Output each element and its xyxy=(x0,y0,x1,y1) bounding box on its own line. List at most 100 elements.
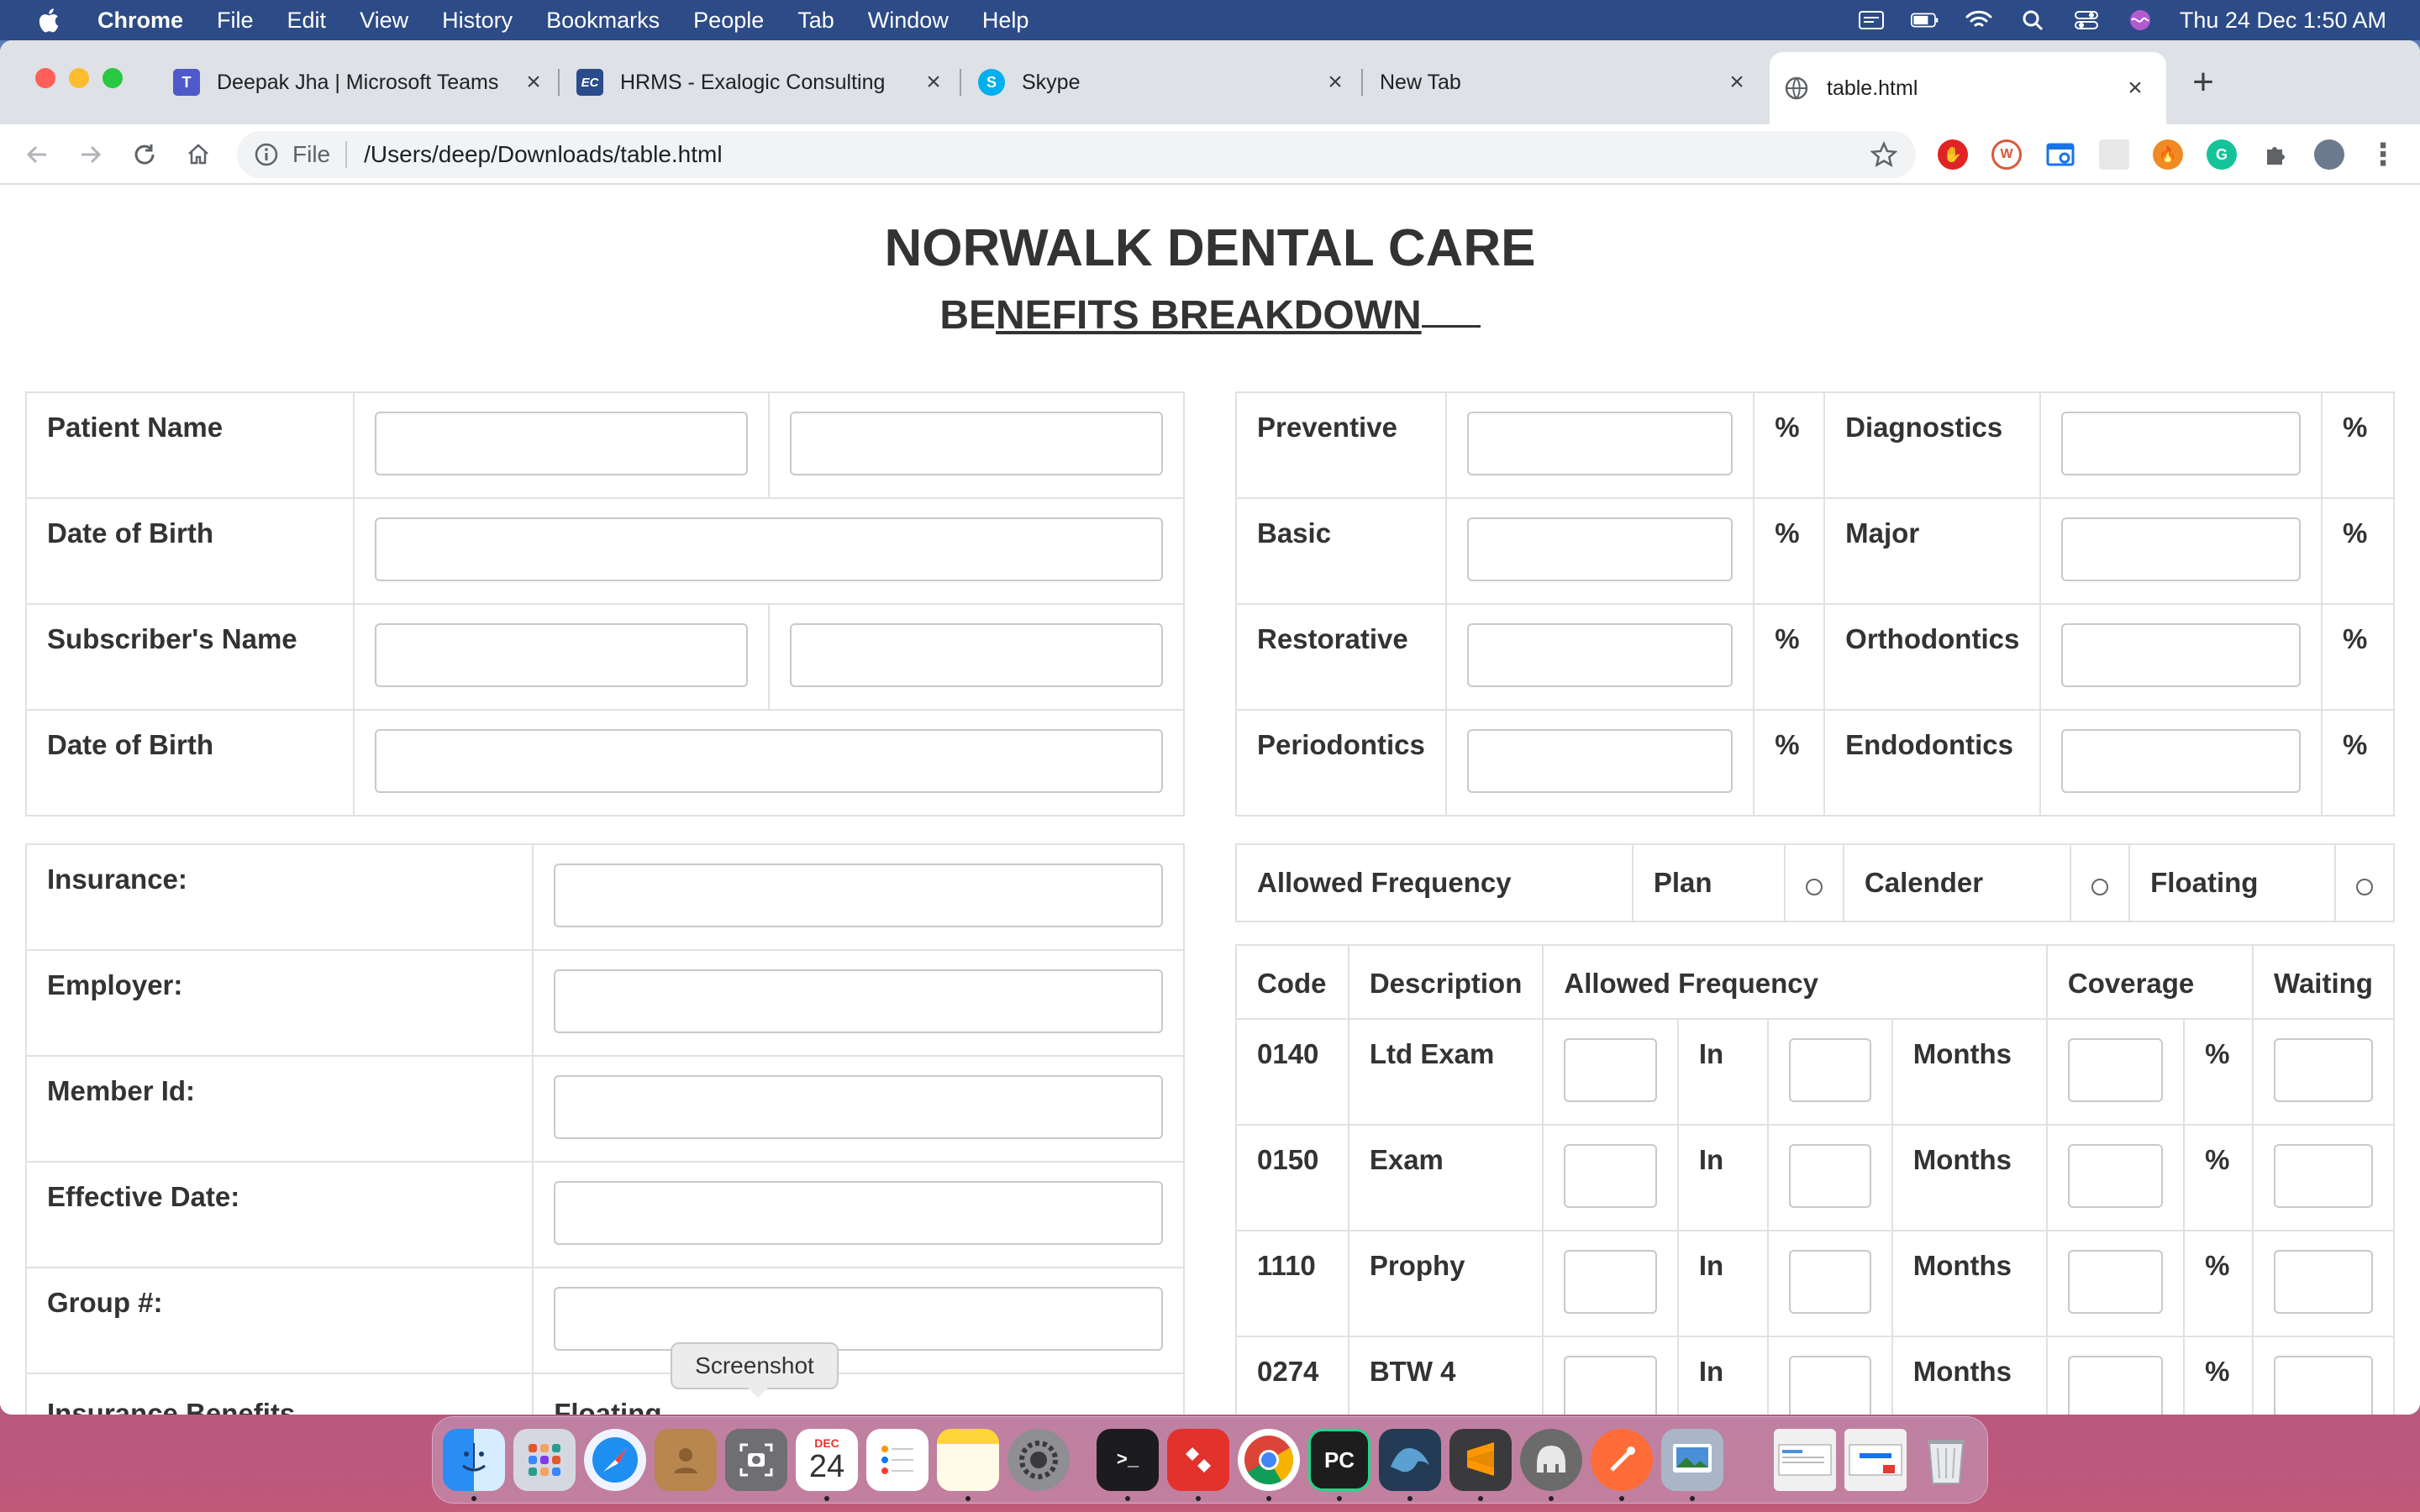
safari-icon[interactable] xyxy=(584,1429,646,1491)
window-extension-icon[interactable] xyxy=(2045,139,2075,170)
preventive-input[interactable] xyxy=(1466,412,1733,475)
employer-input[interactable] xyxy=(554,969,1163,1033)
system-preferences-icon[interactable] xyxy=(1007,1429,1070,1491)
coverage-input[interactable] xyxy=(2067,1144,2164,1208)
frequency-count-input[interactable] xyxy=(1564,1356,1657,1415)
frequency-count-input[interactable] xyxy=(1564,1038,1657,1102)
menu-app-name[interactable]: Chrome xyxy=(97,8,183,34)
home-icon[interactable] xyxy=(182,138,215,171)
pycharm-icon[interactable]: PC xyxy=(1308,1429,1370,1491)
waiting-input[interactable] xyxy=(2274,1038,2373,1102)
battery-icon[interactable] xyxy=(1910,8,1939,33)
new-tab-button[interactable]: + xyxy=(2185,64,2222,102)
subscriber-first-name-input[interactable] xyxy=(374,623,748,687)
menu-file[interactable]: File xyxy=(217,8,254,34)
tab-skype[interactable]: S Skype × xyxy=(978,59,1348,106)
menu-bar-clock[interactable]: Thu 24 Dec 1:50 AM xyxy=(2180,8,2386,34)
floating-radio[interactable] xyxy=(2355,879,2373,895)
siri-icon[interactable] xyxy=(2126,8,2154,33)
launchpad-icon[interactable] xyxy=(513,1429,576,1491)
trash-icon[interactable] xyxy=(1915,1429,1977,1491)
subscriber-dob-input[interactable] xyxy=(374,729,1163,793)
waiting-input[interactable] xyxy=(2274,1356,2373,1415)
recent-window-thumbnail[interactable] xyxy=(1774,1429,1836,1491)
spotlight-search-icon[interactable] xyxy=(2018,8,2047,33)
menu-history[interactable]: History xyxy=(442,8,513,34)
input-source-icon[interactable] xyxy=(1857,8,1886,33)
url-text[interactable]: /Users/deep/Downloads/table.html xyxy=(364,141,722,168)
profile-avatar[interactable] xyxy=(2314,139,2344,170)
notes-icon[interactable] xyxy=(937,1429,999,1491)
wordpress-extension-icon[interactable]: W xyxy=(1991,139,2022,170)
waiting-input[interactable] xyxy=(2274,1250,2373,1314)
menu-tab[interactable]: Tab xyxy=(797,8,834,34)
waiting-input[interactable] xyxy=(2274,1144,2373,1208)
info-icon[interactable] xyxy=(254,142,279,167)
chrome-icon[interactable] xyxy=(1238,1429,1300,1491)
kebab-menu-icon[interactable]: ⋮ xyxy=(2368,137,2398,171)
tab-teams[interactable]: T Deepak Jha | Microsoft Teams × xyxy=(173,59,546,106)
frequency-count-input[interactable] xyxy=(1564,1144,1657,1208)
menu-window[interactable]: Window xyxy=(868,8,949,34)
reload-icon[interactable] xyxy=(128,138,161,171)
plan-radio[interactable] xyxy=(1805,879,1823,895)
wifi-icon[interactable] xyxy=(1965,8,1993,33)
endodontics-input[interactable] xyxy=(2061,729,2302,793)
tableplus-icon[interactable] xyxy=(1520,1429,1582,1491)
effective-date-input[interactable] xyxy=(554,1181,1163,1245)
frequency-period-input[interactable] xyxy=(1788,1356,1871,1415)
reminders-icon[interactable] xyxy=(866,1429,929,1491)
diagnostics-input[interactable] xyxy=(2061,412,2302,475)
forward-arrow-icon[interactable] xyxy=(74,138,108,171)
coverage-input[interactable] xyxy=(2067,1038,2164,1102)
major-input[interactable] xyxy=(2061,517,2302,581)
menu-help[interactable]: Help xyxy=(982,8,1029,34)
back-arrow-icon[interactable] xyxy=(20,138,54,171)
minimize-window-button[interactable] xyxy=(69,68,89,88)
frequency-period-input[interactable] xyxy=(1788,1250,1871,1314)
basic-input[interactable] xyxy=(1466,517,1733,581)
coverage-input[interactable] xyxy=(2067,1356,2164,1415)
subscriber-last-name-input[interactable] xyxy=(789,623,1163,687)
finder-icon[interactable] xyxy=(443,1429,505,1491)
insurance-input[interactable] xyxy=(554,864,1163,927)
close-icon[interactable]: × xyxy=(2123,76,2148,101)
control-center-icon[interactable] xyxy=(2072,8,2101,33)
calendar-icon[interactable]: DEC 24 xyxy=(796,1429,858,1491)
tab-table-html[interactable]: table.html × xyxy=(1770,52,2166,124)
periodontics-input[interactable] xyxy=(1466,729,1733,793)
bookmark-star-icon[interactable] xyxy=(1870,141,1897,168)
patient-dob-input[interactable] xyxy=(374,517,1163,581)
grammarly-extension-icon[interactable]: G xyxy=(2207,139,2237,170)
menu-people[interactable]: People xyxy=(693,8,764,34)
menu-view[interactable]: View xyxy=(360,8,408,34)
postman-icon[interactable] xyxy=(1591,1429,1653,1491)
calender-radio[interactable] xyxy=(2091,879,2109,895)
address-bar[interactable]: File /Users/deep/Downloads/table.html xyxy=(237,131,1916,178)
frequency-period-input[interactable] xyxy=(1788,1038,1871,1102)
contacts-icon[interactable] xyxy=(655,1429,717,1491)
restorative-input[interactable] xyxy=(1466,623,1733,687)
close-icon[interactable]: × xyxy=(521,70,546,95)
mysql-workbench-icon[interactable] xyxy=(1379,1429,1441,1491)
grid-extension-icon[interactable] xyxy=(2099,139,2129,170)
member-id-input[interactable] xyxy=(554,1075,1163,1139)
adblock-extension-icon[interactable]: ✋ xyxy=(1938,139,1968,170)
close-window-button[interactable] xyxy=(35,68,55,88)
frequency-count-input[interactable] xyxy=(1564,1250,1657,1314)
menu-edit[interactable]: Edit xyxy=(287,8,327,34)
coverage-input[interactable] xyxy=(2067,1250,2164,1314)
patient-first-name-input[interactable] xyxy=(374,412,748,475)
recent-document-thumbnail[interactable] xyxy=(1844,1429,1907,1491)
orthodontics-input[interactable] xyxy=(2061,623,2302,687)
fire-extension-icon[interactable]: 🔥 xyxy=(2153,139,2183,170)
patient-last-name-input[interactable] xyxy=(789,412,1163,475)
zoom-window-button[interactable] xyxy=(103,68,123,88)
apple-icon[interactable] xyxy=(34,5,66,35)
menu-bookmarks[interactable]: Bookmarks xyxy=(546,8,660,34)
close-icon[interactable]: × xyxy=(1323,70,1348,95)
terminal-icon[interactable]: >_ xyxy=(1097,1429,1159,1491)
anydesk-icon[interactable] xyxy=(1167,1429,1229,1491)
sublime-text-icon[interactable] xyxy=(1449,1429,1512,1491)
tab-hrms[interactable]: EC HRMS - Exalogic Consulting × xyxy=(576,59,946,106)
